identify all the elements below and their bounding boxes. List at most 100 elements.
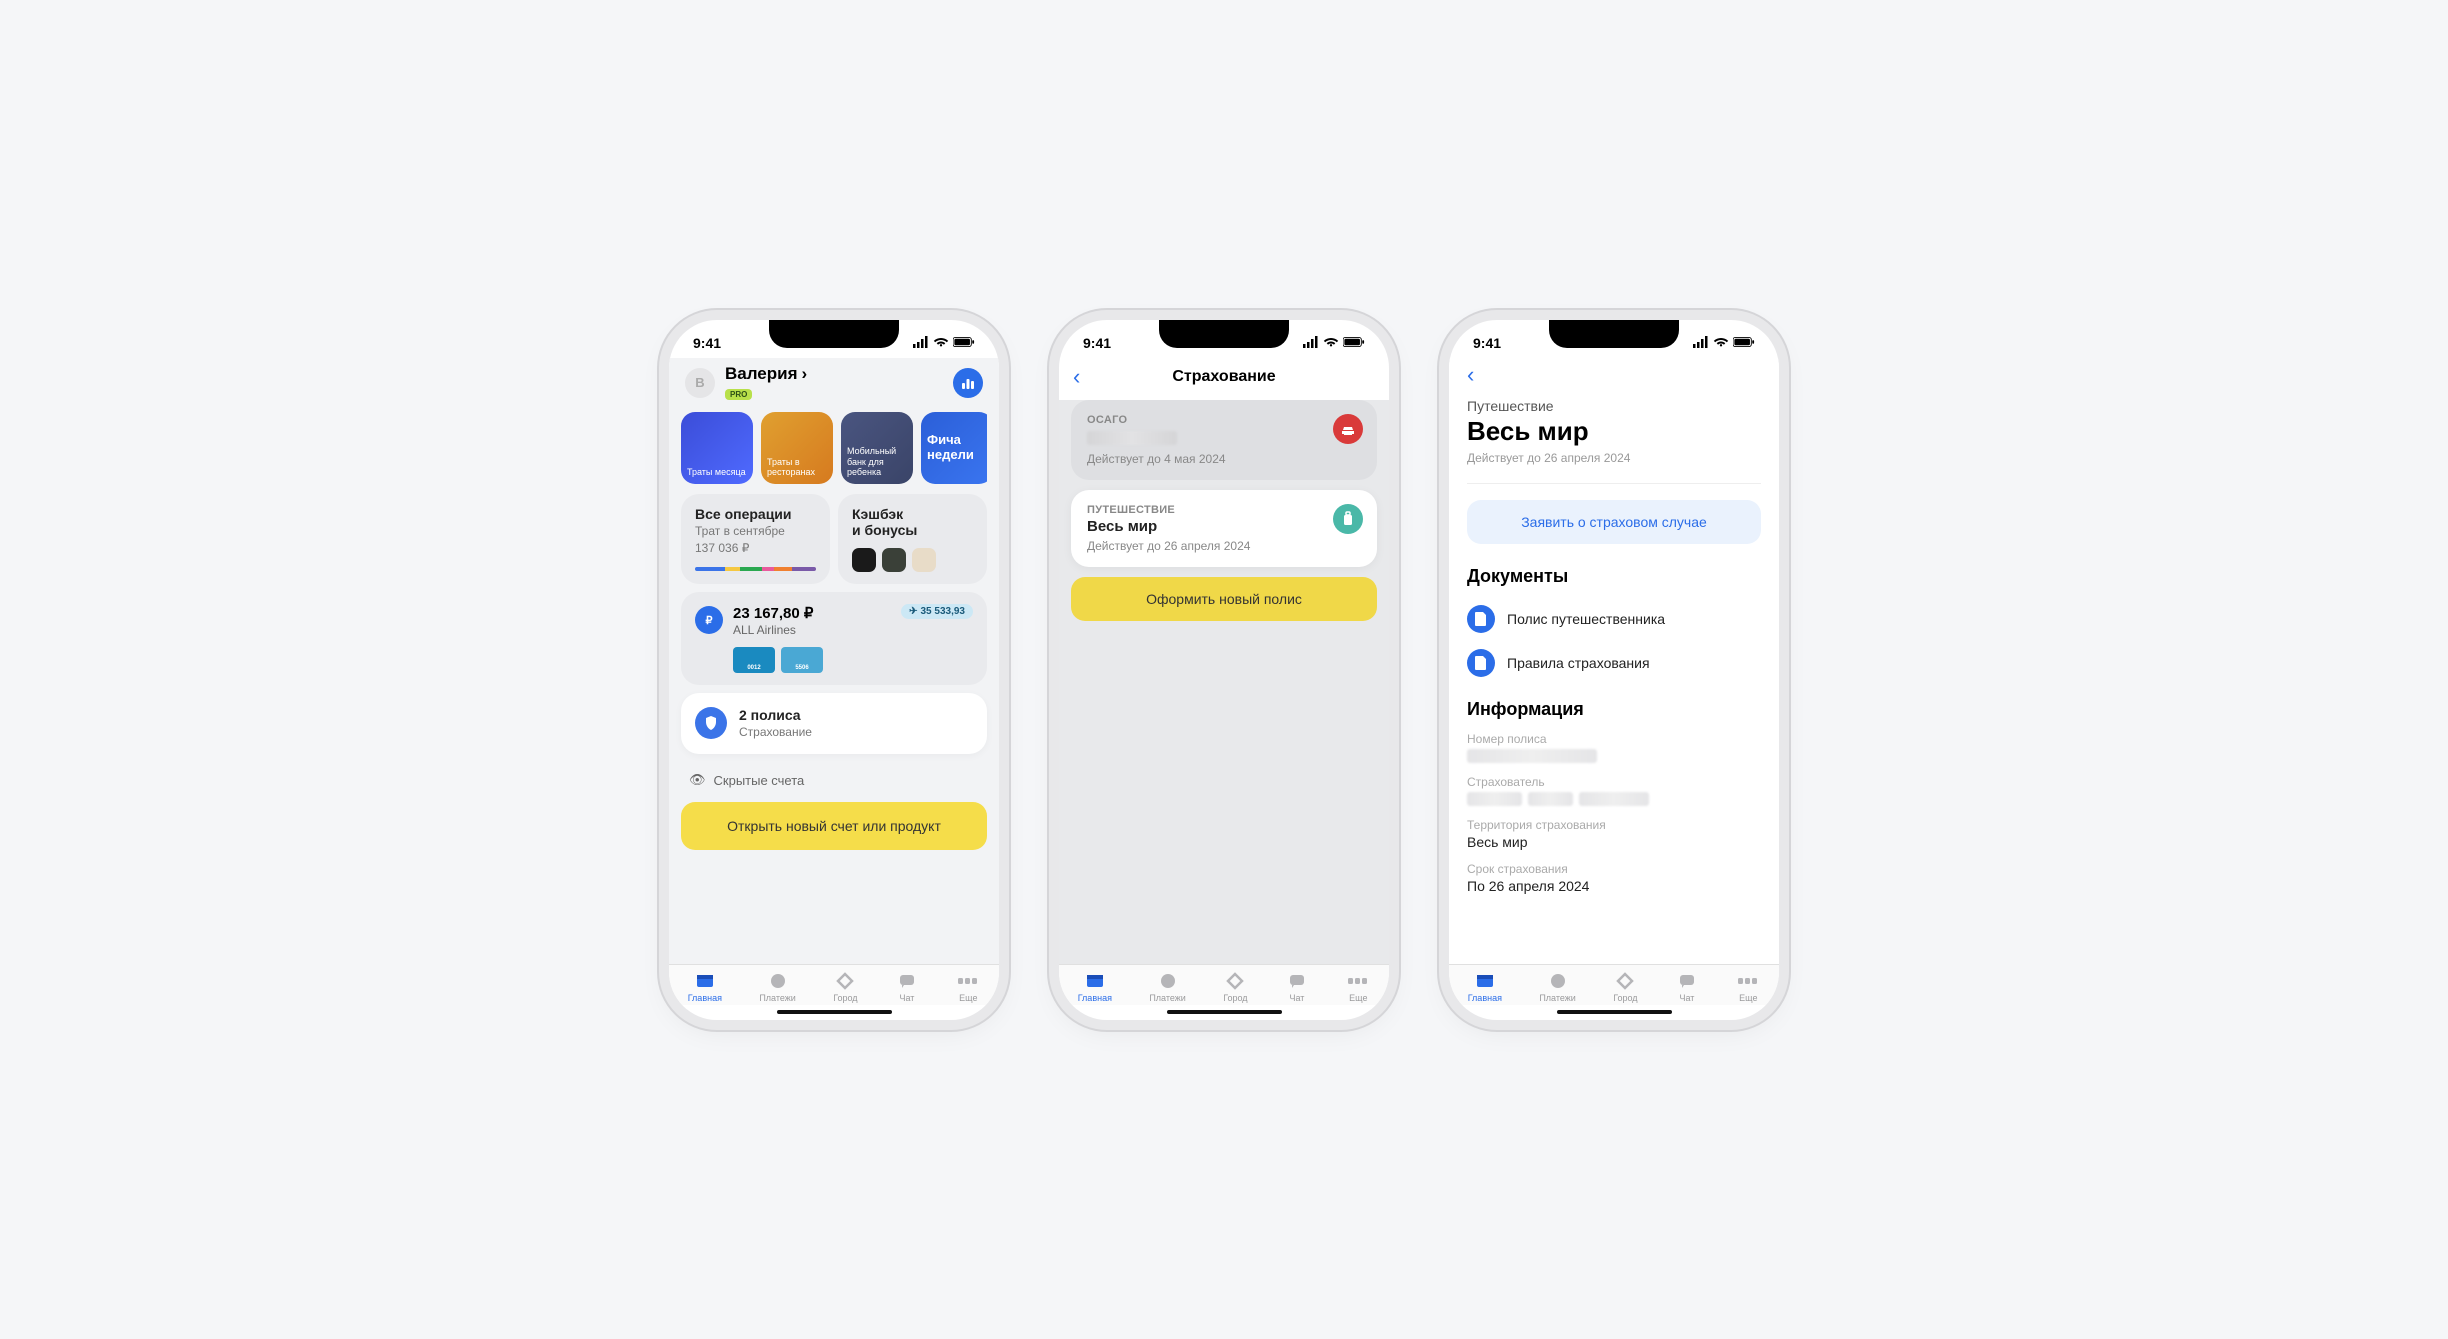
story-label: Траты в ресторанах [767, 457, 827, 478]
wifi-icon [1713, 335, 1729, 351]
miles-badge: ✈ 35 533,93 [901, 604, 973, 619]
ruble-icon: ₽ [695, 606, 723, 634]
tab-label: Чат [899, 993, 914, 1003]
user-block[interactable]: Валерия › PRO [725, 364, 807, 402]
redacted [1467, 792, 1522, 806]
user-name: Валерия [725, 364, 798, 384]
policy-valid-until: Действует до 4 мая 2024 [1087, 452, 1361, 466]
doc-label: Полис путешественника [1507, 611, 1665, 627]
all-operations-card[interactable]: Все операции Трат в сентябре 137 036 ₽ [681, 494, 830, 584]
page-title: Страхование [1059, 368, 1389, 386]
story-spending-month[interactable]: Траты месяца [681, 412, 753, 484]
policy-name-redacted [1087, 431, 1177, 445]
tab-label: Город [1613, 993, 1637, 1003]
luggage-icon [1333, 504, 1363, 534]
card-thumbnail-1[interactable]: 0012 [733, 647, 775, 673]
cashback-card[interactable]: Кэшбэк и бонусы [838, 494, 987, 584]
cashback-title2: и бонусы [852, 522, 973, 538]
hidden-accounts-row[interactable]: 👁 Скрытые счета [681, 768, 987, 802]
city-icon [833, 971, 857, 991]
wifi-icon [933, 335, 949, 351]
policy-travel[interactable]: ПУТЕШЕСТВИЕ Весь мир Действует до 26 апр… [1071, 490, 1377, 567]
doc-policy-pdf[interactable]: Полис путешественника [1467, 597, 1761, 641]
phone-home: 9:41 В Валерия › PRO [669, 320, 999, 1020]
tab-city[interactable]: Город [833, 971, 857, 1003]
analytics-button[interactable] [953, 368, 983, 398]
field-insured-label: Страхователь [1467, 775, 1761, 789]
doc-label: Правила страхования [1507, 655, 1650, 671]
svg-text:₽: ₽ [706, 615, 713, 627]
policy-osago[interactable]: ОСАГО Действует до 4 мая 2024 [1071, 400, 1377, 480]
tab-label: Чат [1289, 993, 1304, 1003]
cashback-title: Кэшбэк [852, 506, 973, 522]
tab-label: Еще [1349, 993, 1367, 1003]
plane-icon: ✈ [909, 606, 917, 617]
bar-chart-icon [961, 376, 975, 390]
pro-badge: PRO [725, 389, 752, 400]
battery-icon [1733, 335, 1755, 351]
card-last4: 5506 [795, 665, 808, 671]
tab-payments[interactable]: Платежи [1539, 971, 1576, 1003]
tab-more[interactable]: Еще [1346, 971, 1370, 1003]
tab-label: Главная [1078, 993, 1112, 1003]
pdf-icon [1467, 649, 1495, 677]
signal-icon [1303, 335, 1319, 351]
status-time: 9:41 [1083, 335, 1111, 351]
new-policy-button[interactable]: Оформить новый полис [1071, 577, 1377, 621]
tab-home[interactable]: Главная [688, 971, 722, 1003]
all-ops-period: Трат в сентябре [695, 524, 816, 540]
tab-city[interactable]: Город [1223, 971, 1247, 1003]
miles-value: 35 533,93 [921, 606, 966, 617]
avatar[interactable]: В [685, 368, 715, 398]
story-kid-bank[interactable]: Мобильный банк для ребенка [841, 412, 913, 484]
card-thumbnail-2[interactable]: 5506 [781, 647, 823, 673]
file-claim-button[interactable]: Заявить о страховом случае [1467, 500, 1761, 544]
more-icon [1346, 971, 1370, 991]
documents-heading: Документы [1467, 566, 1761, 587]
back-button[interactable]: ‹ [1467, 358, 1761, 394]
status-time: 9:41 [1473, 335, 1501, 351]
tab-label: Главная [688, 993, 722, 1003]
tab-home[interactable]: Главная [1468, 971, 1502, 1003]
back-button[interactable]: ‹ [1073, 364, 1080, 390]
tab-chat[interactable]: Чат [895, 971, 919, 1003]
insurance-sub: Страхование [739, 725, 812, 741]
tab-more[interactable]: Еще [1736, 971, 1760, 1003]
story-label: Фича недели [927, 433, 987, 463]
all-ops-title: Все операции [695, 506, 816, 522]
open-product-button[interactable]: Открыть новый счет или продукт [681, 802, 987, 850]
redacted [1579, 792, 1649, 806]
divider [1467, 483, 1761, 484]
tab-payments[interactable]: Платежи [1149, 971, 1186, 1003]
story-restaurants[interactable]: Траты в ресторанах [761, 412, 833, 484]
tab-chat[interactable]: Чат [1675, 971, 1699, 1003]
field-territory-label: Территория страхования [1467, 818, 1761, 832]
account-name: ALL Airlines [733, 623, 813, 637]
main-account-card[interactable]: ₽ 23 167,80 ₽ ALL Airlines ✈ 35 533,93 0… [681, 592, 987, 685]
home-icon [693, 971, 717, 991]
eye-icon: 👁 [689, 772, 706, 788]
tab-chat[interactable]: Чат [1285, 971, 1309, 1003]
insurance-title: 2 полиса [739, 707, 812, 723]
tab-bar: Главная Платежи Город Чат Еще [1059, 964, 1389, 1005]
tab-more[interactable]: Еще [956, 971, 980, 1003]
redacted [1528, 792, 1573, 806]
tab-label: Город [833, 993, 857, 1003]
tab-home[interactable]: Главная [1078, 971, 1112, 1003]
wifi-icon [1323, 335, 1339, 351]
tab-label: Город [1223, 993, 1247, 1003]
policy-category: ОСАГО [1087, 414, 1361, 426]
more-icon [1736, 971, 1760, 991]
phone-policy-detail: 9:41 ‹ Путешествие Весь мир Действует до… [1449, 320, 1779, 1020]
policy-title: Весь мир [1467, 416, 1761, 447]
story-feature-week[interactable]: Фича недели [921, 412, 987, 484]
policy-name: Весь мир [1087, 518, 1361, 535]
doc-rules-pdf[interactable]: Правила страхования [1467, 641, 1761, 685]
tab-bar: Главная Платежи Город Чат Еще [669, 964, 999, 1005]
cashback-dot [912, 548, 936, 572]
payments-icon [1156, 971, 1180, 991]
insurance-card[interactable]: 2 полиса Страхование [681, 693, 987, 755]
tab-payments[interactable]: Платежи [759, 971, 796, 1003]
tab-city[interactable]: Город [1613, 971, 1637, 1003]
home-indicator [777, 1010, 892, 1014]
